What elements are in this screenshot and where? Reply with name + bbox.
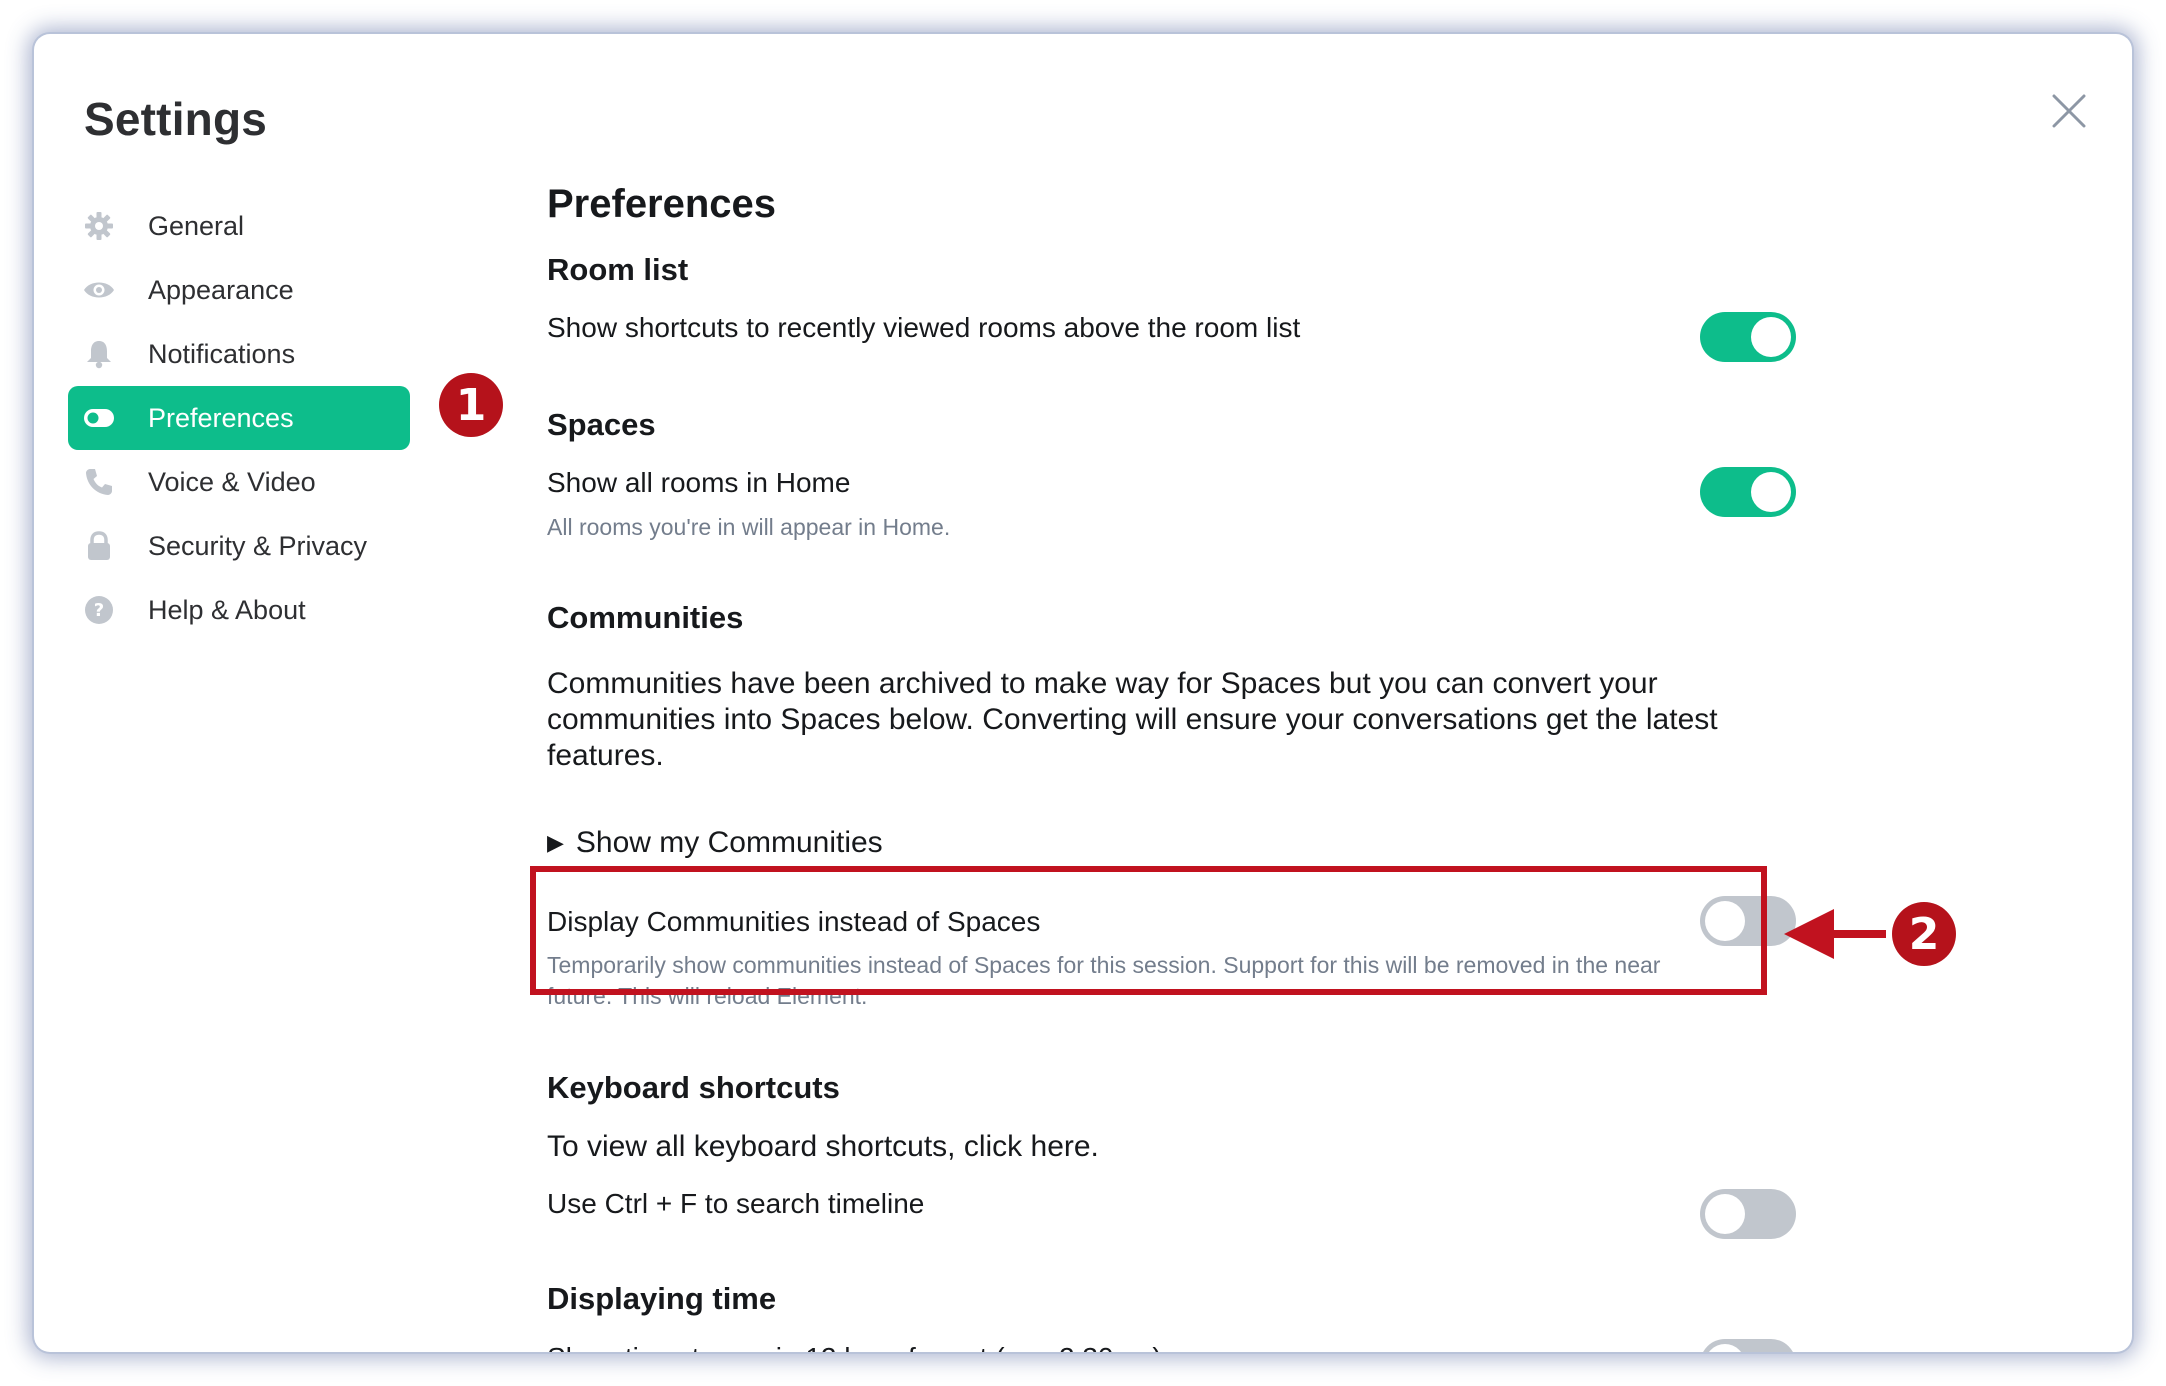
- sidebar-item-label: General: [148, 210, 245, 241]
- close-button[interactable]: [2050, 92, 2088, 130]
- show-all-rooms-toggle[interactable]: [1700, 467, 1796, 517]
- page-title: Preferences: [547, 182, 777, 226]
- twelve-hour-toggle[interactable]: [1700, 1339, 1796, 1352]
- sidebar-item-appearance[interactable]: Appearance: [68, 258, 410, 322]
- sidebar-item-notifications[interactable]: Notifications: [68, 322, 410, 386]
- sidebar-item-label: Preferences: [148, 402, 294, 433]
- toggle-knob: [1705, 1194, 1745, 1234]
- section-heading-spaces: Spaces: [547, 407, 656, 442]
- sidebar-item-preferences[interactable]: Preferences: [68, 386, 410, 450]
- sidebar-item-voice-video[interactable]: Voice & Video: [68, 450, 410, 514]
- sidebar-item-label: Help & About: [148, 594, 306, 625]
- communities-description: Communities have been archived to make w…: [547, 667, 1718, 772]
- svg-text:?: ?: [94, 600, 104, 621]
- settings-dialog: Settings General Appearance Notification…: [34, 34, 2132, 1352]
- sidebar-item-label: Voice & Video: [148, 466, 316, 497]
- dialog-title: Settings: [84, 93, 268, 145]
- close-icon: [2052, 94, 2086, 128]
- bell-icon: [83, 338, 115, 370]
- disclosure-triangle-icon: ▶: [547, 830, 564, 855]
- toggle-knob: [1751, 472, 1791, 512]
- shortcuts-toggle[interactable]: [1700, 312, 1796, 362]
- show-my-communities-label: Show my Communities: [575, 826, 883, 859]
- section-heading-keyboard-shortcuts: Keyboard shortcuts: [547, 1070, 840, 1105]
- annotation-badge-2: 2: [1892, 902, 1956, 966]
- section-heading-displaying-time: Displaying time: [547, 1281, 777, 1316]
- show-my-communities-toggle[interactable]: ▶ Show my Communities: [547, 826, 883, 860]
- ctrl-f-toggle[interactable]: [1700, 1189, 1796, 1239]
- sidebar-item-label: Security & Privacy: [148, 530, 368, 561]
- section-heading-room-list: Room list: [547, 252, 689, 287]
- phone-icon: [83, 466, 115, 498]
- shortcuts-label: Show shortcuts to recently viewed rooms …: [547, 312, 1301, 343]
- sidebar-item-help-about[interactable]: ? Help & About: [68, 578, 410, 642]
- toggle-icon: [83, 402, 115, 434]
- show-all-rooms-description: All rooms you're in will appear in Home.: [547, 514, 951, 540]
- annotation-arrow-icon: [1784, 909, 1886, 959]
- lock-icon: [83, 530, 115, 562]
- section-heading-communities: Communities: [547, 600, 744, 635]
- twelve-hour-label: Show timestamps in 12 hour format (e.g. …: [547, 1342, 1162, 1352]
- sidebar-item-general[interactable]: General: [68, 194, 410, 258]
- sidebar-item-label: Appearance: [148, 274, 294, 305]
- sidebar-item-security-privacy[interactable]: Security & Privacy: [68, 514, 410, 578]
- help-icon: ?: [83, 594, 115, 626]
- eye-icon: [83, 274, 115, 306]
- show-all-rooms-label: Show all rooms in Home: [547, 467, 851, 498]
- toggle-knob: [1751, 317, 1791, 357]
- annotation-highlight-box: [530, 866, 1767, 995]
- view-keyboard-shortcuts-link[interactable]: To view all keyboard shortcuts, click he…: [547, 1130, 1099, 1164]
- annotation-badge-1: 1: [439, 373, 503, 437]
- settings-sidebar: General Appearance Notifications Prefere…: [68, 194, 410, 642]
- sidebar-item-label: Notifications: [148, 338, 296, 369]
- toggle-knob: [1705, 1344, 1745, 1352]
- gear-icon: [83, 210, 115, 242]
- ctrl-f-label: Use Ctrl + F to search timeline: [547, 1188, 925, 1219]
